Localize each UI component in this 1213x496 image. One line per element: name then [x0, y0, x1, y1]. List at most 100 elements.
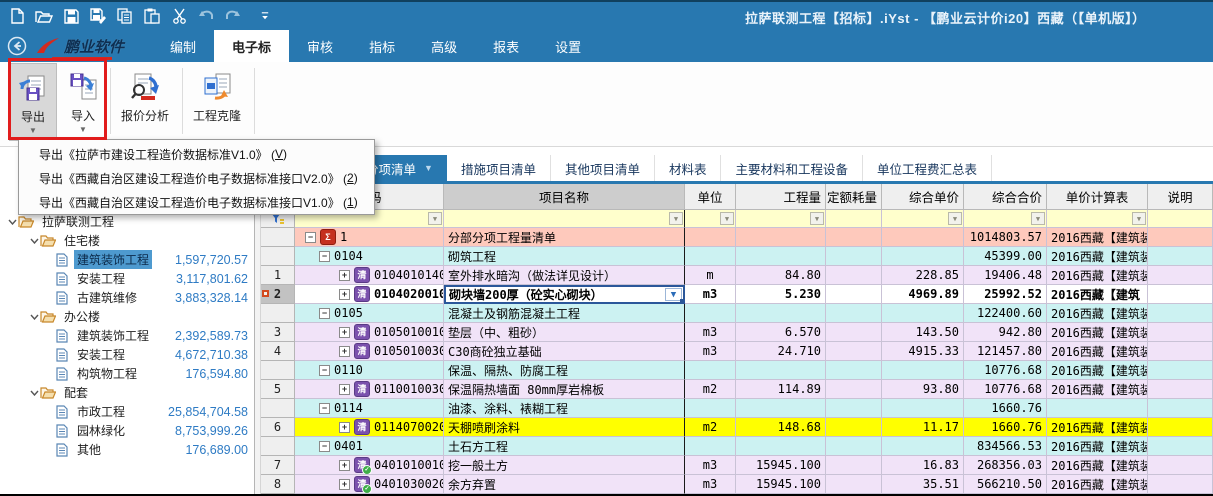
- note-cell[interactable]: [1148, 228, 1213, 247]
- total-price-cell[interactable]: 1014803.57: [964, 228, 1047, 247]
- unit-price-cell[interactable]: 4915.33: [882, 342, 964, 361]
- cut-icon[interactable]: [170, 7, 188, 25]
- note-cell[interactable]: [1148, 399, 1213, 418]
- price-calc-cell[interactable]: 2016西藏【建筑装: [1047, 380, 1148, 399]
- row-number-cell[interactable]: 3: [261, 323, 295, 342]
- unit-price-cell[interactable]: 11.17: [882, 418, 964, 437]
- ribbon-tab-编制[interactable]: 编制: [152, 30, 214, 62]
- name-cell[interactable]: 保温、隔热、防腐工程: [444, 361, 685, 380]
- filter-dropdown-button[interactable]: ▼: [810, 212, 824, 225]
- filter-cell-qty[interactable]: ▼: [736, 210, 826, 228]
- name-cell[interactable]: 垫层（中、粗砂）: [444, 323, 685, 342]
- row-number-cell[interactable]: [261, 361, 295, 380]
- unit-cell[interactable]: m3: [685, 456, 736, 475]
- quota-cell[interactable]: [826, 399, 882, 418]
- note-cell[interactable]: [1148, 247, 1213, 266]
- unit-cell[interactable]: m3: [685, 342, 736, 361]
- note-cell[interactable]: [1148, 323, 1213, 342]
- total-price-cell[interactable]: 121457.80: [964, 342, 1047, 361]
- name-cell[interactable]: 室外排水暗沟（做法详见设计）: [444, 266, 685, 285]
- unit-price-cell[interactable]: 228.85: [882, 266, 964, 285]
- tree-item-其他[interactable]: 其他176,689.00: [0, 440, 254, 459]
- ribbon-tab-高级[interactable]: 高级: [413, 30, 475, 62]
- ribbon-tab-审核[interactable]: 审核: [289, 30, 351, 62]
- quantity-cell[interactable]: 24.710: [736, 342, 826, 361]
- ribbon-tab-报表[interactable]: 报表: [475, 30, 537, 62]
- unit-cell[interactable]: m3: [685, 285, 736, 304]
- sheet-tab-单位工程费汇总表[interactable]: 单位工程费汇总表: [863, 155, 992, 181]
- quantity-cell[interactable]: 15945.100: [736, 456, 826, 475]
- filter-cell-utotal[interactable]: ▼: [964, 210, 1047, 228]
- total-price-cell[interactable]: 942.80: [964, 323, 1047, 342]
- quota-cell[interactable]: [826, 285, 882, 304]
- unit-price-cell[interactable]: [882, 399, 964, 418]
- note-cell[interactable]: [1148, 475, 1213, 494]
- total-price-cell[interactable]: 834566.53: [964, 437, 1047, 456]
- grid-row[interactable]: −0105混凝土及钢筋混凝土工程122400.602016西藏【建筑装: [261, 304, 1213, 323]
- total-price-cell[interactable]: 10776.68: [964, 361, 1047, 380]
- total-price-cell[interactable]: 566210.50: [964, 475, 1047, 494]
- quota-cell[interactable]: [826, 228, 882, 247]
- unit-price-cell[interactable]: 143.50: [882, 323, 964, 342]
- tree-item-园林绿化[interactable]: 园林绿化8,753,999.26: [0, 421, 254, 440]
- expand-plus-icon[interactable]: +: [339, 270, 350, 281]
- price-calc-cell[interactable]: 2016西藏【建筑装: [1047, 456, 1148, 475]
- grid-row[interactable]: 2+清010402001001砌块墙200厚（砼实心砌块）▼m35.230496…: [261, 285, 1213, 304]
- total-price-cell[interactable]: 19406.48: [964, 266, 1047, 285]
- quantity-cell[interactable]: [736, 437, 826, 456]
- open-folder-icon[interactable]: [35, 7, 53, 25]
- filter-dropdown-button[interactable]: ▼: [1031, 212, 1045, 225]
- quota-cell[interactable]: [826, 475, 882, 494]
- expand-plus-icon[interactable]: +: [339, 327, 350, 338]
- back-button[interactable]: [0, 30, 34, 62]
- unit-cell[interactable]: [685, 304, 736, 323]
- tree-item-安装工程[interactable]: 安装工程3,117,801.62: [0, 269, 254, 288]
- unit-price-cell[interactable]: [882, 361, 964, 380]
- row-number-cell[interactable]: 7: [261, 456, 295, 475]
- import-dropdown-arrow[interactable]: ▼: [79, 126, 87, 134]
- undo-icon[interactable]: [197, 7, 215, 25]
- grid-row[interactable]: −0114油漆、涂料、裱糊工程1660.76: [261, 399, 1213, 418]
- note-cell[interactable]: [1148, 456, 1213, 475]
- code-cell[interactable]: +清010402001001: [295, 285, 444, 304]
- quota-cell[interactable]: [826, 266, 882, 285]
- unit-cell[interactable]: m3: [685, 323, 736, 342]
- collapse-minus-icon[interactable]: −: [319, 308, 330, 319]
- column-header-quota[interactable]: 定额耗量: [826, 184, 882, 210]
- sheet-tab-主要材料和工程设备[interactable]: 主要材料和工程设备: [721, 155, 863, 181]
- unit-price-cell[interactable]: [882, 437, 964, 456]
- name-cell[interactable]: C30商砼独立基础: [444, 342, 685, 361]
- sheet-tab-材料表[interactable]: 材料表: [655, 155, 722, 181]
- export-dropdown-arrow[interactable]: ▼: [29, 127, 37, 135]
- grid-row[interactable]: 6+清011407002001天棚喷刷涂料m2148.6811.171660.7…: [261, 418, 1213, 437]
- code-cell[interactable]: +清✓040101001001: [295, 456, 444, 475]
- filter-cell-unit[interactable]: ▼: [685, 210, 736, 228]
- note-cell[interactable]: [1148, 418, 1213, 437]
- filter-cell-calc[interactable]: ▼: [1047, 210, 1148, 228]
- unit-price-cell[interactable]: 93.80: [882, 380, 964, 399]
- collapse-minus-icon[interactable]: −: [305, 232, 316, 243]
- quantity-cell[interactable]: [736, 304, 826, 323]
- filter-cell-note[interactable]: [1148, 210, 1213, 228]
- expand-plus-icon[interactable]: +: [339, 346, 350, 357]
- tree-item-住宅楼[interactable]: 住宅楼: [0, 231, 254, 250]
- grid-row[interactable]: −0110保温、隔热、防腐工程10776.682016西藏【建筑装: [261, 361, 1213, 380]
- unit-cell[interactable]: m: [685, 266, 736, 285]
- grid-row[interactable]: 4+清010501003001C30商砼独立基础m324.7104915.331…: [261, 342, 1213, 361]
- sheet-tab-措施项目清单[interactable]: 措施项目清单: [447, 155, 551, 181]
- note-cell[interactable]: [1148, 437, 1213, 456]
- row-number-cell[interactable]: [261, 247, 295, 266]
- name-cell[interactable]: 保温隔热墙面 80mm厚岩棉板: [444, 380, 685, 399]
- price-calc-cell[interactable]: 2016西藏【建筑: [1047, 285, 1148, 304]
- toolbar-options-icon[interactable]: [251, 7, 269, 25]
- expand-plus-icon[interactable]: +: [339, 479, 350, 490]
- row-number-cell[interactable]: [261, 437, 295, 456]
- filter-dropdown-button[interactable]: ▼: [1132, 212, 1146, 225]
- name-cell[interactable]: 混凝土及钢筋混凝土工程: [444, 304, 685, 323]
- quota-cell[interactable]: [826, 456, 882, 475]
- filter-dropdown-button[interactable]: ▼: [669, 212, 683, 225]
- unit-cell[interactable]: m3: [685, 475, 736, 494]
- collapse-minus-icon[interactable]: −: [319, 251, 330, 262]
- grid-row[interactable]: 5+清011001003001保温隔热墙面 80mm厚岩棉板m2114.8993…: [261, 380, 1213, 399]
- quota-cell[interactable]: [826, 380, 882, 399]
